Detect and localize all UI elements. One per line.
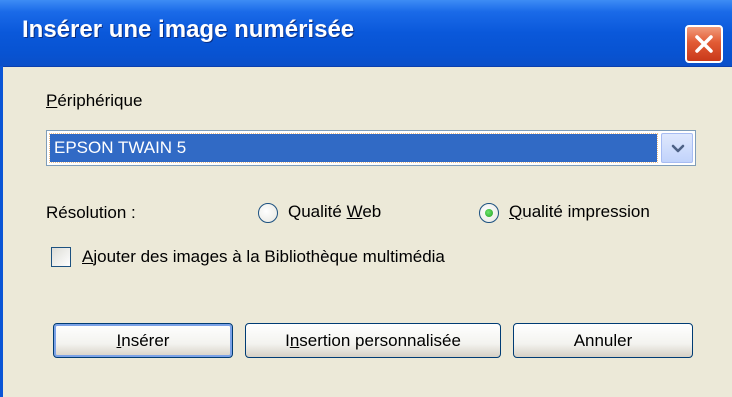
close-button[interactable] (685, 25, 723, 63)
window-frame-left (0, 66, 3, 397)
device-select-dropdown-button[interactable] (661, 133, 693, 163)
close-icon (695, 35, 713, 53)
radio-print-quality-label[interactable]: Qualité impression (509, 202, 650, 222)
chevron-down-icon (671, 144, 685, 153)
radio-web-quality-label[interactable]: Qualité Web (288, 202, 381, 222)
resolution-label: Résolution : (46, 203, 136, 222)
insert-button[interactable]: Insérer (53, 323, 233, 358)
device-select-value: EPSON TWAIN 5 (49, 133, 658, 163)
radio-print-quality[interactable] (479, 203, 499, 223)
dialog-window: Insérer une image numérisée Périphérique… (0, 0, 732, 397)
title-bar[interactable]: Insérer une image numérisée (0, 0, 732, 67)
custom-insert-button[interactable]: Insertion personnalisée (245, 323, 501, 358)
radio-selected-dot (485, 209, 493, 217)
dialog-title: Insérer une image numérisée (22, 16, 355, 43)
add-to-library-checkbox[interactable] (51, 247, 71, 267)
radio-web-quality[interactable] (258, 203, 278, 223)
add-to-library-label[interactable]: Ajouter des images à la Bibliothèque mul… (82, 247, 445, 267)
device-select[interactable]: EPSON TWAIN 5 (46, 130, 696, 166)
cancel-button[interactable]: Annuler (513, 323, 693, 358)
device-label: Périphérique (46, 91, 143, 110)
